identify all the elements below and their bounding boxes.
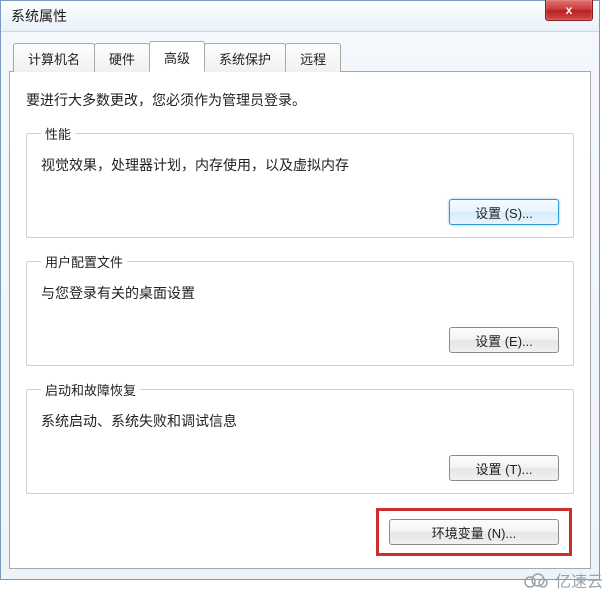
tabs-area: 计算机名 硬件 高级 系统保护 远程 要进行大多数更改，您必须作为管理员登录。 … <box>9 40 591 569</box>
system-properties-window: 系统属性 x 计算机名 硬件 高级 系统保护 远程 要进行大多数更改，您必须作为… <box>0 0 600 580</box>
user-profiles-desc: 与您登录有关的桌面设置 <box>41 283 559 303</box>
performance-desc: 视觉效果，处理器计划，内存使用，以及虚拟内存 <box>41 155 559 175</box>
tab-system-protection[interactable]: 系统保护 <box>204 43 286 72</box>
startup-recovery-legend: 启动和故障恢复 <box>41 380 140 399</box>
startup-recovery-settings-button[interactable]: 设置 (T)... <box>449 455 559 481</box>
tab-hardware[interactable]: 硬件 <box>94 43 150 72</box>
performance-legend: 性能 <box>41 124 75 143</box>
user-profiles-group: 用户配置文件 与您登录有关的桌面设置 设置 (E)... <box>26 252 574 366</box>
watermark: 亿速云 <box>521 568 603 592</box>
env-vars-highlight-box: 环境变量 (N)... <box>376 508 572 556</box>
tab-computer-name[interactable]: 计算机名 <box>13 43 95 72</box>
env-vars-row: 环境变量 (N)... <box>26 508 574 556</box>
admin-notice: 要进行大多数更改，您必须作为管理员登录。 <box>26 90 574 110</box>
startup-recovery-group: 启动和故障恢复 系统启动、系统失败和调试信息 设置 (T)... <box>26 380 574 494</box>
tab-remote[interactable]: 远程 <box>285 43 341 72</box>
tab-panel-advanced: 要进行大多数更改，您必须作为管理员登录。 性能 视觉效果，处理器计划，内存使用，… <box>9 71 591 569</box>
tabs: 计算机名 硬件 高级 系统保护 远程 <box>9 40 591 71</box>
user-profiles-legend: 用户配置文件 <box>41 252 127 271</box>
performance-group: 性能 视觉效果，处理器计划，内存使用，以及虚拟内存 设置 (S)... <box>26 124 574 238</box>
environment-variables-button[interactable]: 环境变量 (N)... <box>389 519 559 545</box>
tab-advanced[interactable]: 高级 <box>149 41 205 72</box>
close-icon: x <box>566 3 573 17</box>
performance-settings-button[interactable]: 设置 (S)... <box>449 199 559 225</box>
watermark-text: 亿速云 <box>555 568 603 592</box>
cloud-icon <box>521 571 549 589</box>
close-button[interactable]: x <box>545 0 593 21</box>
titlebar: 系统属性 x <box>1 1 599 32</box>
startup-recovery-desc: 系统启动、系统失败和调试信息 <box>41 411 559 431</box>
user-profiles-settings-button[interactable]: 设置 (E)... <box>449 327 559 353</box>
window-title: 系统属性 <box>11 6 67 26</box>
